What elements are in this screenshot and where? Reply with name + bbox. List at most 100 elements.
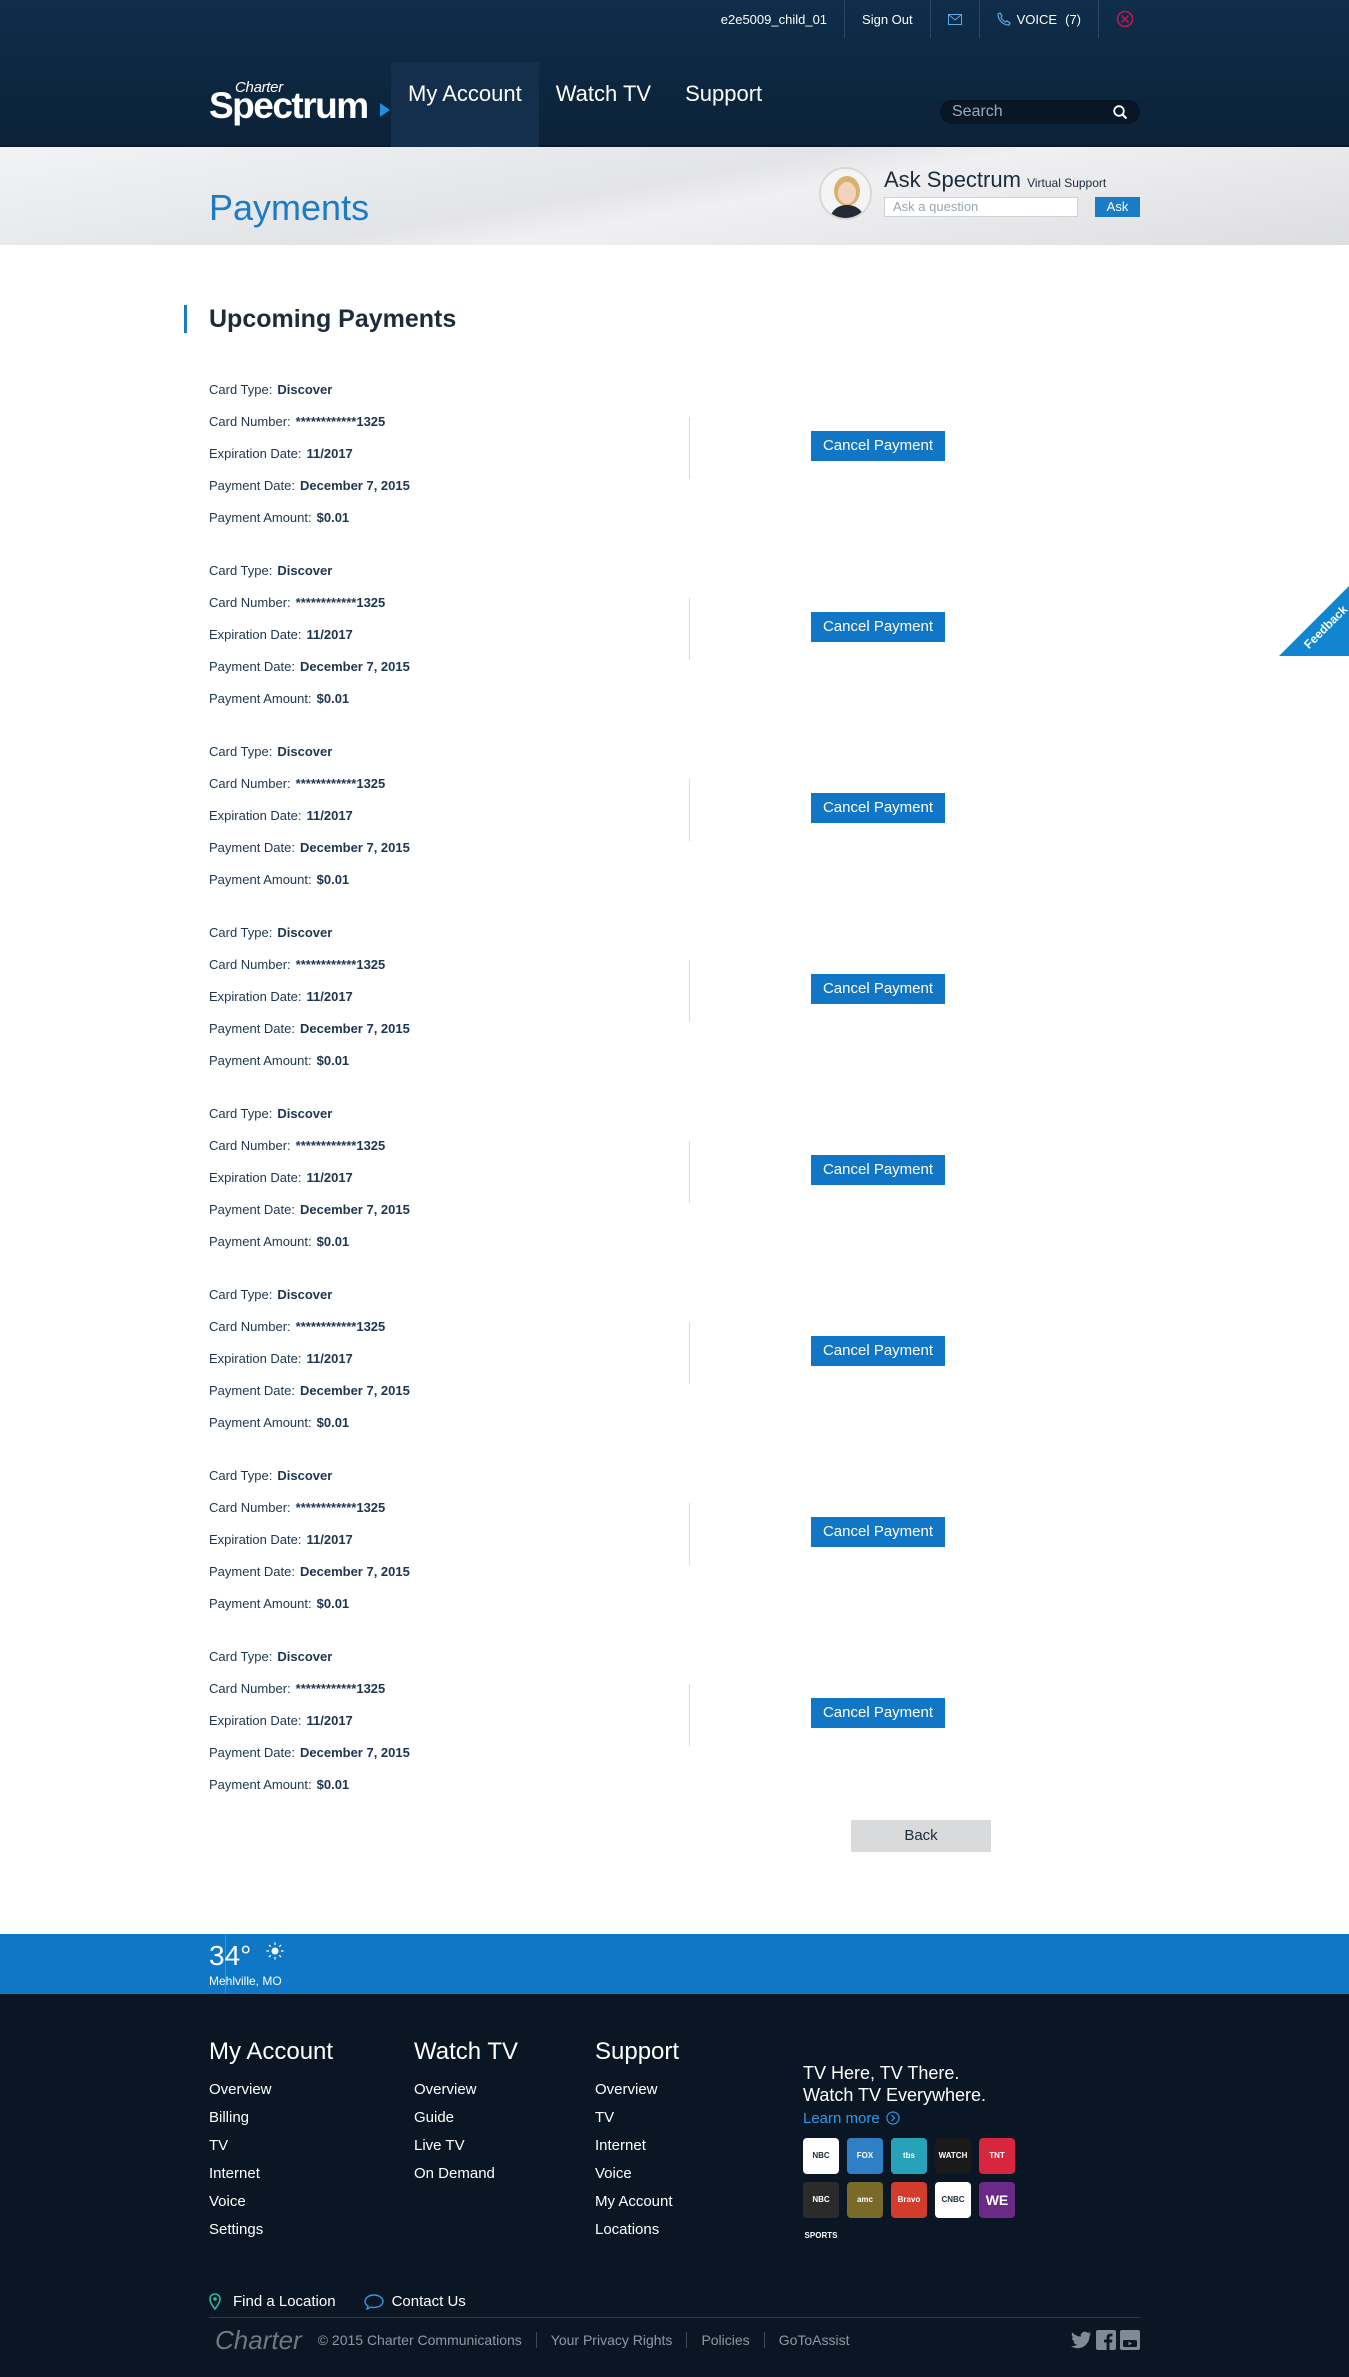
channel-logo-we[interactable]: WE: [979, 2182, 1015, 2218]
find-location-label: Find a Location: [233, 2293, 336, 2310]
social-links: [1070, 2330, 1140, 2350]
payment-amount-value: $0.01: [316, 1776, 350, 1792]
ask-button[interactable]: Ask: [1095, 197, 1140, 217]
card-number-label: Card Number:: [209, 775, 291, 791]
payment-date-value: December 7, 2015: [300, 1020, 410, 1036]
expiration-date-value: 11/2017: [306, 1531, 353, 1547]
channel-logo-tnt[interactable]: TNT: [979, 2138, 1015, 2174]
payment-date-value: December 7, 2015: [300, 1563, 410, 1579]
channel-logo-nbc[interactable]: NBC: [803, 2138, 839, 2174]
cancel-payment-button[interactable]: Cancel Payment: [811, 1517, 945, 1547]
footer-link[interactable]: Billing: [209, 2104, 333, 2132]
payment-date-row: Payment Date: December 7, 2015: [209, 1012, 945, 1044]
back-button[interactable]: Back: [851, 1820, 991, 1852]
channel-logo-bravo[interactable]: Bravo: [891, 2182, 927, 2218]
expiration-date-value: 11/2017: [306, 626, 353, 642]
footer-link[interactable]: Internet: [209, 2160, 333, 2188]
learn-more-link[interactable]: Learn more: [803, 2110, 1063, 2127]
channel-logo-fox-now[interactable]: FOX NOW: [847, 2138, 883, 2196]
footer-link[interactable]: Overview: [209, 2076, 333, 2104]
payment-date-row: Payment Date: December 7, 2015: [209, 1736, 945, 1768]
twitter-icon[interactable]: [1070, 2330, 1092, 2350]
card-number-value: ************1325: [295, 413, 386, 429]
channel-logo-amc[interactable]: amc: [847, 2182, 883, 2218]
feedback-tab[interactable]: Feedback: [1279, 586, 1349, 656]
nav-my-account[interactable]: My Account: [391, 62, 539, 147]
payment-amount-value: $0.01: [316, 871, 350, 887]
main-nav: Charter Spectrum My Account Watch TV Sup…: [209, 62, 1140, 147]
footer-link[interactable]: Overview: [595, 2076, 679, 2104]
payment-amount-row: Payment Amount: $0.01: [209, 501, 945, 533]
payment-date-row: Payment Date: December 7, 2015: [209, 469, 945, 501]
card-type-label: Card Type:: [209, 1105, 273, 1121]
cancel-payment-button[interactable]: Cancel Payment: [811, 1698, 945, 1728]
cancel-payment-button[interactable]: Cancel Payment: [811, 431, 945, 461]
footer-link[interactable]: Voice: [209, 2188, 333, 2216]
cancel-payment-button[interactable]: Cancel Payment: [811, 1336, 945, 1366]
payment-item: Card Type: Discover Card Number: **********…: [209, 554, 945, 735]
spectrum-logo[interactable]: Charter Spectrum: [209, 62, 391, 127]
close-circle-icon[interactable]: [1098, 0, 1151, 38]
footer-link[interactable]: Voice: [595, 2160, 679, 2188]
card-type-row: Card Type: Discover: [209, 1097, 945, 1129]
payment-item: Card Type: Discover Card Number: **********…: [209, 1640, 945, 1821]
card-type-value: Discover: [277, 1105, 333, 1121]
channel-logo-tbs[interactable]: tbs: [891, 2138, 927, 2174]
mail-icon[interactable]: [929, 0, 979, 38]
location-pin-icon: [209, 2292, 221, 2310]
promo-line-1: TV Here, TV There.: [803, 2063, 960, 2083]
weather-widget[interactable]: 34° Mehlville, MO: [209, 1934, 284, 1994]
charter-logo[interactable]: Charter: [215, 2325, 302, 2356]
nav-watch-tv[interactable]: Watch TV: [539, 62, 668, 147]
card-number-label: Card Number:: [209, 1137, 291, 1153]
payment-amount-label: Payment Amount:: [209, 871, 312, 887]
payment-amount-row: Payment Amount: $0.01: [209, 1225, 945, 1257]
footer-link[interactable]: TV: [209, 2132, 333, 2160]
footer-link[interactable]: Locations: [595, 2216, 679, 2244]
footer-heading: Watch TV: [414, 2038, 519, 2065]
search-icon[interactable]: [1113, 104, 1128, 120]
voice-link[interactable]: VOICE (7): [978, 0, 1098, 38]
contact-us-link[interactable]: Contact Us: [363, 2293, 466, 2310]
gotoassist-link[interactable]: GoToAssist: [763, 2332, 864, 2348]
footer-link[interactable]: Overview: [414, 2076, 518, 2104]
footer-link[interactable]: My Account: [595, 2188, 679, 2216]
footer-link[interactable]: On Demand: [414, 2160, 518, 2188]
channel-logo-nbc-sports[interactable]: NBC SPORTS: [803, 2182, 839, 2240]
expiration-date-value: 11/2017: [306, 988, 353, 1004]
card-number-value: ************1325: [295, 1499, 386, 1515]
footer-col-my-account: My Account Overview Billing TV Internet …: [209, 2038, 333, 2244]
payment-amount-row: Payment Amount: $0.01: [209, 1768, 945, 1800]
footer-link[interactable]: Settings: [209, 2216, 333, 2244]
cancel-payment-button[interactable]: Cancel Payment: [811, 974, 945, 1004]
cancel-payment-button[interactable]: Cancel Payment: [811, 612, 945, 642]
expiration-date-label: Expiration Date:: [209, 807, 302, 823]
youtube-icon[interactable]: [1120, 2330, 1140, 2350]
card-type-label: Card Type:: [209, 924, 273, 940]
policies-link[interactable]: Policies: [686, 2332, 763, 2348]
privacy-link[interactable]: Your Privacy Rights: [535, 2332, 687, 2348]
sun-icon: [266, 1942, 284, 1960]
cancel-payment-button[interactable]: Cancel Payment: [811, 793, 945, 823]
channel-logo-cnbc[interactable]: CNBC: [935, 2182, 971, 2218]
footer-link[interactable]: TV: [595, 2104, 679, 2132]
cancel-payment-button[interactable]: Cancel Payment: [811, 1155, 945, 1185]
search-input[interactable]: Search: [940, 100, 1140, 124]
footer-heading: Support: [595, 2038, 680, 2065]
facebook-icon[interactable]: [1096, 2330, 1116, 2350]
site-header: e2e5009_child_01 Sign Out VOICE (7) Char…: [0, 0, 1349, 147]
username-link[interactable]: e2e5009_child_01: [704, 0, 844, 38]
footer-link[interactable]: Internet: [595, 2132, 679, 2160]
sign-out-link[interactable]: Sign Out: [844, 0, 930, 38]
payment-date-value: December 7, 2015: [300, 839, 410, 855]
footer-link[interactable]: Live TV: [414, 2132, 518, 2160]
nav-support[interactable]: Support: [668, 62, 779, 147]
card-number-label: Card Number:: [209, 594, 291, 610]
channel-logo-espn[interactable]: WATCH ESPN: [935, 2138, 971, 2196]
payment-amount-label: Payment Amount:: [209, 1414, 312, 1430]
find-location-link[interactable]: Find a Location: [209, 2292, 336, 2311]
ask-question-input[interactable]: Ask a question: [884, 197, 1078, 217]
payment-item: Card Type: Discover Card Number: **********…: [209, 1459, 945, 1640]
payment-amount-row: Payment Amount: $0.01: [209, 1406, 945, 1438]
footer-link[interactable]: Guide: [414, 2104, 518, 2132]
